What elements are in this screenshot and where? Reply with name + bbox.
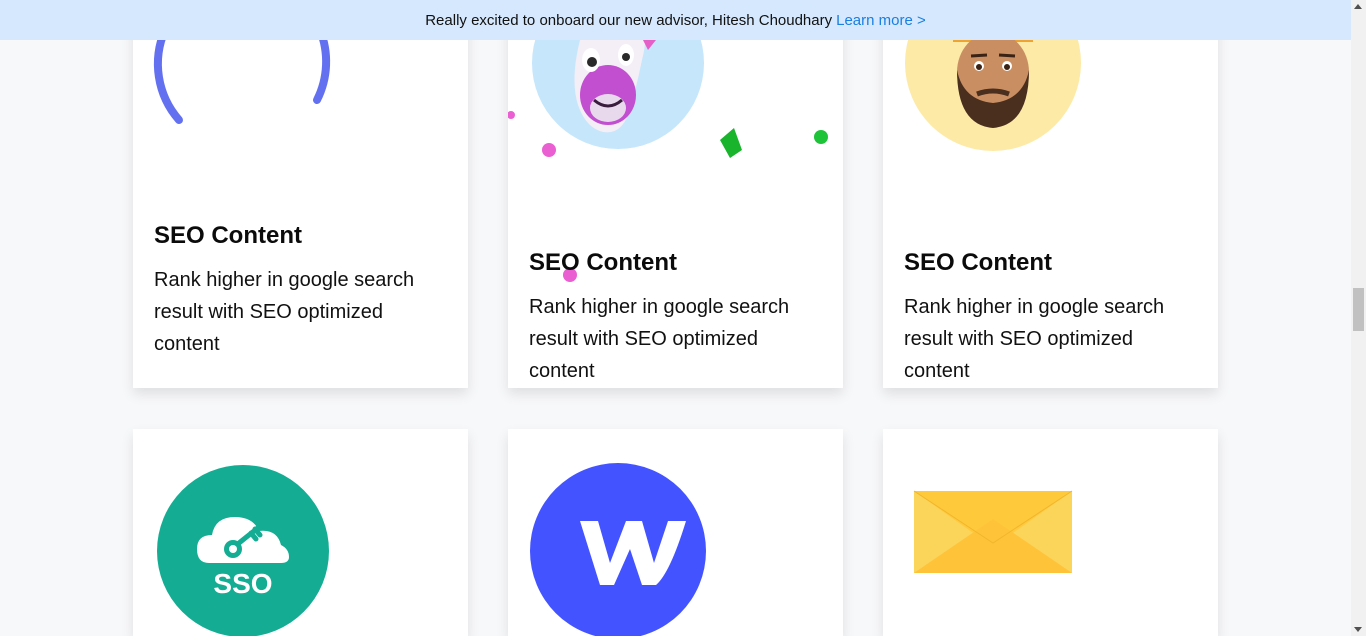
card-description: Rank higher in google search result with… [154,269,415,355]
card-description: Rank higher in google search result with… [904,296,1165,382]
service-card: SEO Content Rank higher in google search… [133,0,468,388]
sso-cloud-key-icon: SSO [157,465,332,636]
banner-text: Really excited to onboard our new adviso… [425,11,833,29]
card-description: Rank higher in google search result with… [529,296,790,382]
scrollbar-thumb[interactable] [1353,288,1364,331]
service-card: SSO [133,429,468,636]
service-card: SEO Content Rank higher in google search… [883,0,1218,388]
vertical-scrollbar[interactable] [1351,0,1366,636]
envelope-icon [913,487,1075,577]
scroll-up-arrow-icon[interactable] [1354,4,1362,9]
sso-label: SSO [213,568,272,599]
service-card [508,429,843,636]
scroll-down-arrow-icon[interactable] [1354,627,1362,632]
card-title: SEO Content [154,222,302,249]
card-title: SEO Content [904,249,1052,276]
service-card [883,429,1218,636]
webflow-logo-icon [530,463,710,636]
announcement-banner: Really excited to onboard our new adviso… [0,0,1351,40]
learn-more-link[interactable]: Learn more > [836,12,926,29]
service-card: SEO Content Rank higher in google search… [508,0,843,388]
card-title: SEO Content [529,249,677,276]
